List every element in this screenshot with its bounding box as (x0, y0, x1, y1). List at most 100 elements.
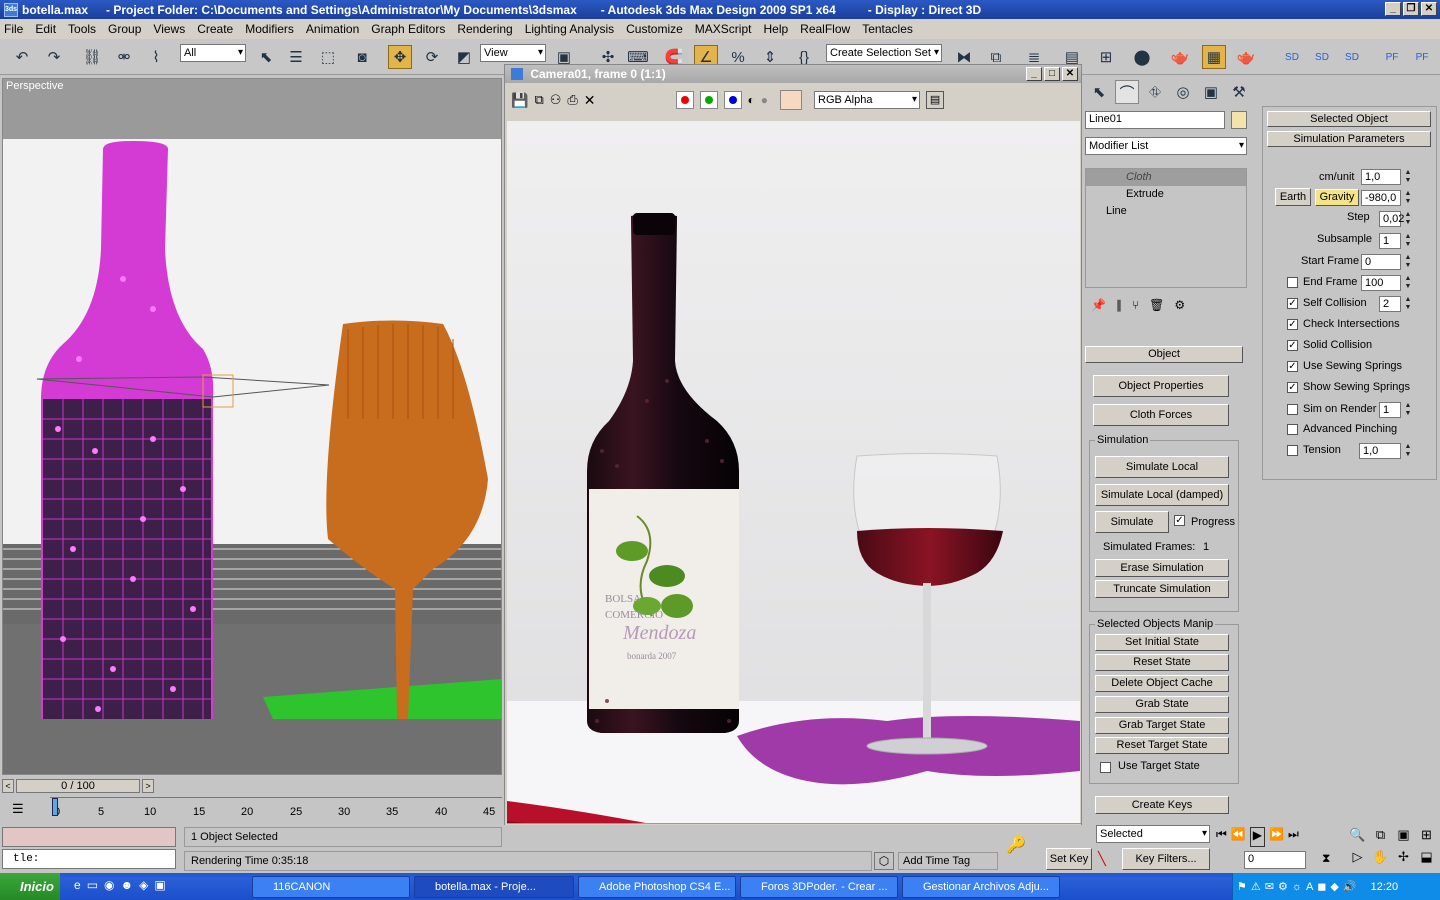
solid-collision-checkbox[interactable]: ✓ (1287, 340, 1298, 351)
advanced-pinching-checkbox[interactable] (1287, 424, 1298, 435)
scale-icon[interactable]: ◩ (452, 45, 476, 69)
end-frame-spinner[interactable]: 100 (1361, 275, 1401, 291)
time-configuration-icon[interactable]: ⧗ (1322, 851, 1330, 866)
field-of-view-icon[interactable]: ▷ (1346, 849, 1369, 871)
key-icon[interactable]: 🔑 (1006, 835, 1026, 855)
named-selection-set-dropdown[interactable]: Create Selection Set (826, 44, 942, 62)
reset-target-state-button[interactable]: Reset Target State (1095, 737, 1229, 754)
reset-state-button[interactable]: Reset State (1095, 654, 1229, 671)
show-end-result-icon[interactable]: ∥ (1116, 298, 1122, 322)
color-swatch[interactable] (780, 90, 803, 110)
gravity-arrows[interactable]: ▲ ▼ (1403, 190, 1413, 206)
delete-object-cache-button[interactable]: Delete Object Cache (1095, 675, 1229, 692)
gravity-toggle[interactable]: Gravity (1315, 189, 1359, 206)
task-3dsmax[interactable]: botella.max - Proje... (414, 876, 574, 898)
reference-coordinate-dropdown[interactable]: View (480, 44, 546, 62)
restore-button[interactable]: ❐ (1403, 2, 1419, 16)
maxscript-listener-pink[interactable] (2, 827, 176, 847)
selection-filter-dropdown[interactable]: All (180, 44, 246, 62)
menu-animation[interactable]: Animation (306, 22, 359, 36)
realflow-sd3-icon[interactable]: SD (1340, 45, 1364, 69)
track-bar[interactable]: 0 5 10 15 20 25 30 35 40 45 (50, 797, 502, 823)
menu-maxscript[interactable]: MAXScript (695, 22, 752, 36)
set-initial-state-button[interactable]: Set Initial State (1095, 634, 1229, 651)
go-to-end-icon[interactable]: ⏭ (1288, 827, 1299, 847)
redo-icon[interactable]: ↷ (42, 45, 66, 69)
rectangular-selection-icon[interactable]: ⬚ (316, 45, 340, 69)
render-close-button[interactable]: ✕ (1062, 67, 1078, 81)
blue-channel-icon[interactable] (723, 91, 742, 109)
menu-edit[interactable]: Edit (35, 22, 56, 36)
track-bar-icon[interactable]: ☰ (12, 801, 24, 817)
render-setup-icon[interactable]: 🫖 (1168, 45, 1192, 69)
go-to-start-icon[interactable]: ⏮ (1216, 827, 1227, 847)
subsample-spinner[interactable]: 1 (1379, 233, 1401, 249)
tray-icon-5[interactable]: ☼ (1292, 881, 1302, 893)
tray-icon-4[interactable]: ⚙ (1278, 880, 1288, 893)
menu-create[interactable]: Create (197, 22, 233, 36)
bind-space-warp-icon[interactable]: ⌇ (144, 45, 168, 69)
tray-icon-3[interactable]: ✉ (1265, 880, 1274, 893)
simulate-local-button[interactable]: Simulate Local (1095, 456, 1229, 478)
simulation-parameters-header[interactable]: Simulation Parameters (1267, 131, 1431, 147)
maxscript-mini-listener[interactable]: tle: (2, 849, 176, 869)
close-button[interactable]: ✕ (1421, 2, 1437, 16)
stack-item-cloth[interactable]: Cloth (1086, 169, 1246, 186)
print-image-icon[interactable]: ⎙ (567, 92, 577, 108)
menu-views[interactable]: Views (153, 22, 185, 36)
sim-on-render-spinner[interactable]: 1 (1379, 402, 1401, 418)
sim-on-render-arrows[interactable]: ▲ ▼ (1403, 402, 1413, 418)
menu-tentacles[interactable]: Tentacles (862, 22, 913, 36)
media-icon[interactable]: ◉ (104, 878, 114, 892)
select-object-icon[interactable]: ⬉ (254, 45, 278, 69)
rotate-icon[interactable]: ⟳ (420, 45, 444, 69)
show-sewing-springs-checkbox[interactable]: ✓ (1287, 382, 1298, 393)
menu-file[interactable]: File (4, 22, 23, 36)
clear-icon[interactable]: ✕ (584, 92, 596, 109)
messenger-icon[interactable]: ☻ (121, 878, 134, 892)
pan-icon[interactable]: ✋ (1369, 849, 1392, 871)
render-minimize-button[interactable]: _ (1026, 67, 1042, 81)
link-icon[interactable]: ⛓ (80, 45, 104, 69)
menu-rendering[interactable]: Rendering (457, 22, 512, 36)
green-channel-icon[interactable] (699, 91, 718, 109)
alpha-channel-icon[interactable]: ◐ (748, 93, 755, 107)
cm-unit-spinner[interactable]: 1,0 (1361, 169, 1401, 185)
use-sewing-springs-checkbox[interactable]: ✓ (1287, 361, 1298, 372)
tension-spinner[interactable]: 1,0 (1359, 443, 1401, 459)
time-slider-next-icon[interactable]: > (142, 779, 154, 793)
play-icon[interactable]: ▶ (1249, 827, 1265, 847)
clone-window-icon[interactable]: ⚇ (550, 92, 562, 108)
tension-arrows[interactable]: ▲ ▼ (1403, 443, 1413, 459)
task-foros-3dpoder[interactable]: Foros 3DPoder. - Crear ... (740, 876, 898, 898)
undo-icon[interactable]: ↶ (10, 45, 34, 69)
menu-help[interactable]: Help (763, 22, 788, 36)
earth-button[interactable]: Earth (1275, 188, 1311, 206)
grab-state-button[interactable]: Grab State (1095, 696, 1229, 713)
tension-checkbox[interactable] (1287, 445, 1298, 456)
modifier-list-dropdown[interactable]: Modifier List (1085, 137, 1247, 155)
app-icon-5[interactable]: ◈ (139, 878, 148, 892)
task-gestionar-archivos[interactable]: Gestionar Archivos Adju... (902, 876, 1060, 898)
current-frame-field[interactable]: 0 (1244, 851, 1306, 869)
menu-modifiers[interactable]: Modifiers (245, 22, 294, 36)
display-channel-dropdown[interactable]: RGB Alpha (814, 91, 921, 109)
hierarchy-tab-icon[interactable]: ⛗ (1143, 80, 1167, 104)
volume-icon[interactable]: 🔊 (1343, 880, 1357, 893)
set-key-filter-icon[interactable]: ╲ (1098, 851, 1106, 867)
end-frame-arrows[interactable]: ▲ ▼ (1403, 275, 1413, 291)
sim-on-render-checkbox[interactable] (1287, 404, 1298, 415)
zoom-all-icon[interactable]: ⧉ (1369, 827, 1392, 849)
render-maximize-button[interactable]: □ (1044, 67, 1060, 81)
window-crossing-icon[interactable]: ◙ (350, 45, 374, 69)
zoom-extents-icon[interactable]: ▣ (1392, 827, 1415, 849)
app-icon-6[interactable]: ▣ (154, 878, 165, 892)
selected-object-rollout-header[interactable]: Selected Object (1267, 111, 1431, 127)
perspective-viewport[interactable] (2, 78, 502, 775)
realflow-pf-icon[interactable]: PF (1380, 45, 1404, 69)
unlink-icon[interactable]: ⚮ (112, 45, 136, 69)
create-tab-icon[interactable]: ⬉ (1087, 80, 1111, 104)
erase-simulation-button[interactable]: Erase Simulation (1095, 559, 1229, 577)
desktop-icon[interactable]: ▭ (87, 878, 98, 892)
task-116canon[interactable]: 116CANON (252, 876, 410, 898)
